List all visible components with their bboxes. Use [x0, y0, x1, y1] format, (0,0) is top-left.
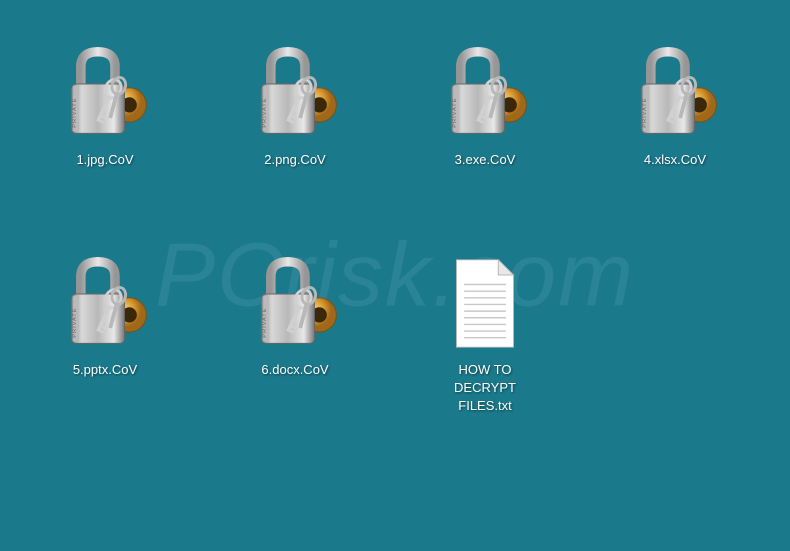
file-item[interactable]: PRIVATE 6.docx.CoV — [200, 245, 390, 455]
padlock-icon: PRIVATE — [55, 43, 155, 143]
desktop-area: PRIVATE 1.jpg.CoV — [0, 0, 790, 490]
file-label: 2.png.CoV — [260, 149, 329, 171]
padlock-icon: PRIVATE — [245, 43, 345, 143]
svg-text:PRIVATE: PRIVATE — [642, 97, 648, 127]
file-item[interactable]: PRIVATE 2.png.CoV — [200, 35, 390, 245]
padlock-icon: PRIVATE — [245, 253, 345, 353]
file-item[interactable]: HOW TO DECRYPT FILES.txt — [390, 245, 580, 455]
svg-text:PRIVATE: PRIVATE — [452, 97, 458, 127]
svg-text:PRIVATE: PRIVATE — [72, 97, 78, 127]
padlock-icon: PRIVATE — [625, 43, 725, 143]
file-label: 5.pptx.CoV — [69, 359, 141, 381]
file-item[interactable]: PRIVATE 5.pptx.CoV — [10, 245, 200, 455]
file-item[interactable]: PRIVATE 1.jpg.CoV — [10, 35, 200, 245]
svg-text:PRIVATE: PRIVATE — [262, 97, 268, 127]
file-label: 3.exe.CoV — [451, 149, 520, 171]
svg-text:PRIVATE: PRIVATE — [72, 307, 78, 337]
padlock-icon: PRIVATE — [435, 43, 535, 143]
textfile-icon — [435, 253, 535, 353]
file-item[interactable]: PRIVATE 3.exe.CoV — [390, 35, 580, 245]
padlock-icon: PRIVATE — [55, 253, 155, 353]
file-label: 6.docx.CoV — [257, 359, 332, 381]
svg-text:PRIVATE: PRIVATE — [262, 307, 268, 337]
file-label: 1.jpg.CoV — [72, 149, 137, 171]
file-label: 4.xlsx.CoV — [640, 149, 710, 171]
file-item[interactable]: PRIVATE 4.xlsx.CoV — [580, 35, 770, 245]
file-label: HOW TO DECRYPT FILES.txt — [425, 359, 545, 418]
